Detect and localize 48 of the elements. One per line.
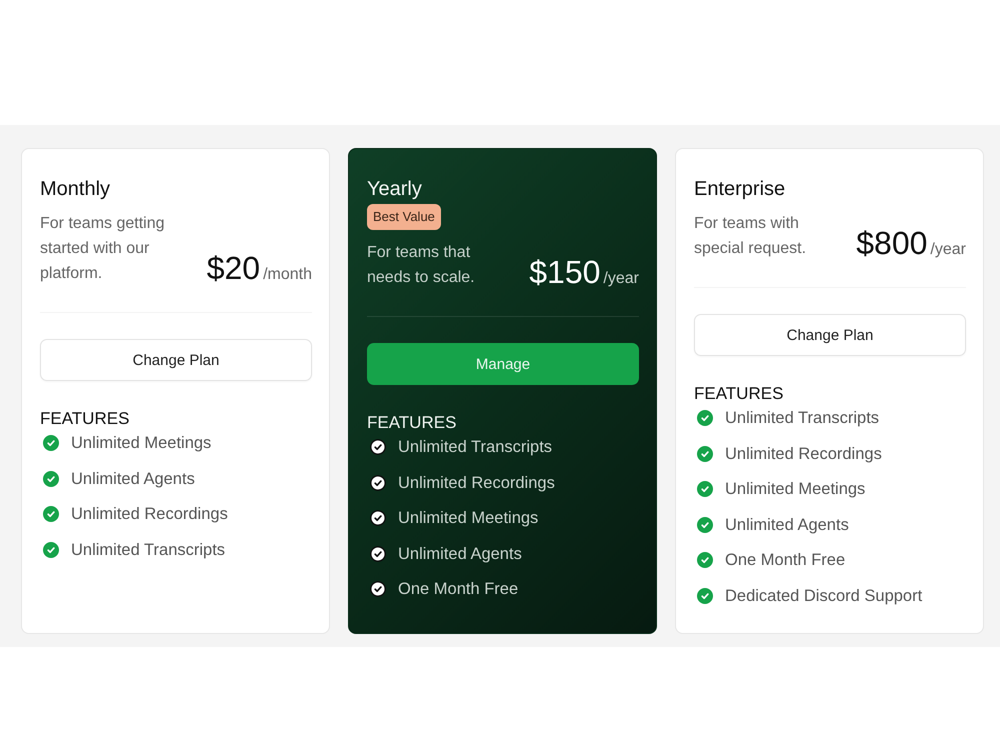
plan-title: Yearly [367, 177, 423, 201]
feature-label: Unlimited Transcripts [725, 408, 880, 429]
feature-label: Unlimited Recordings [71, 504, 228, 525]
features-heading: FEATURES [694, 383, 784, 405]
check-circle-icon [370, 474, 386, 490]
features-heading: FEATURES [40, 408, 130, 430]
plan-price: $20 [206, 250, 260, 286]
feature-label: Unlimited Agents [71, 468, 195, 490]
plan-badge: Best Value [367, 204, 441, 230]
plan-button[interactable]: Change Plan [40, 339, 312, 381]
feature-label: One Month Free [398, 579, 518, 600]
plan-description: For teams with special request. [694, 214, 808, 259]
check-circle-icon [370, 581, 386, 597]
check-circle-icon [697, 446, 713, 462]
check-circle-icon [370, 439, 386, 455]
feature-label: Unlimited Transcripts [71, 540, 226, 560]
plan-button[interactable]: Change Plan [694, 314, 966, 356]
check-circle-icon [697, 588, 713, 604]
check-circle-icon [43, 506, 59, 522]
check-circle-icon [697, 481, 713, 497]
feature-label: Unlimited Transcripts [398, 437, 552, 458]
check-circle-icon [697, 410, 713, 426]
plan-price: $800 [856, 225, 928, 261]
feature-label: Unlimited Agents [725, 514, 849, 536]
check-circle-icon [43, 470, 59, 486]
price-period: /year [603, 270, 639, 288]
feature-label: Unlimited Recordings [398, 472, 555, 494]
feature-label: One Month Free [725, 550, 846, 571]
price-period: /year [930, 241, 966, 259]
plan-title: Monthly [40, 177, 112, 201]
feature-label: Unlimited Agents [398, 544, 522, 564]
plan-description: For teams that needs to scale. [367, 243, 476, 288]
plan-price: $150 [529, 254, 600, 290]
check-circle-icon [697, 552, 713, 568]
price-period: /month [263, 266, 312, 284]
features-heading: FEATURES [367, 412, 458, 434]
check-circle-icon [697, 516, 713, 532]
feature-label: Unlimited Recordings [725, 444, 882, 464]
plan-description: For teams getting started with our platform. [40, 214, 166, 284]
feature-label: Unlimited Meetings [725, 479, 866, 500]
check-circle-icon [43, 542, 59, 558]
check-circle-icon [43, 435, 59, 451]
plan-title: Enterprise [694, 177, 786, 201]
feature-label: Dedicated Discord Support [725, 586, 922, 606]
feature-label: Unlimited Meetings [398, 508, 538, 529]
feature-label: Unlimited Meetings [71, 433, 212, 454]
check-circle-icon [370, 546, 386, 562]
check-circle-icon [370, 510, 386, 526]
